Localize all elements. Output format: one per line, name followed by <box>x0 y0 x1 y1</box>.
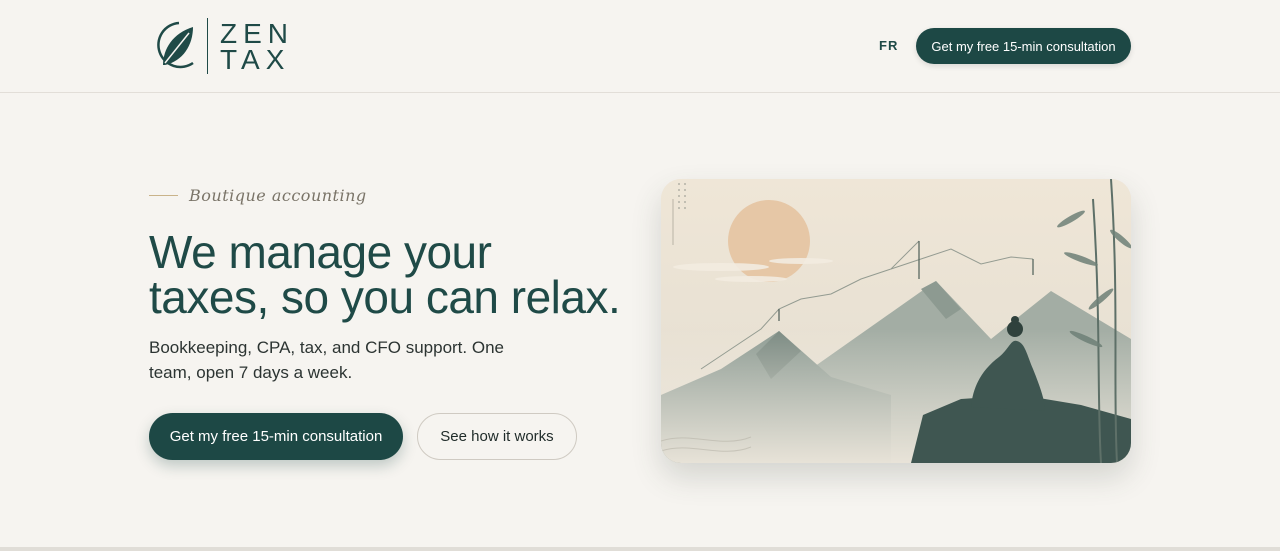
logo-line-tax: TAX <box>220 44 291 75</box>
language-toggle[interactable]: FR <box>879 38 898 53</box>
logo-divider <box>207 18 208 74</box>
header-consultation-button[interactable]: Get my free 15-min consultation <box>916 28 1131 64</box>
zentax-logo[interactable]: ZEN TAX <box>149 17 299 75</box>
hero-headline: We manage your taxes, so you can relax. <box>149 226 629 323</box>
eyebrow-text: Boutique accounting <box>189 186 367 205</box>
site-header: ZEN TAX FR Get my free 15-min consultati… <box>0 0 1280 93</box>
meditation-mountains-illustration <box>661 179 1131 463</box>
hero-eyebrow: Boutique accounting <box>149 186 367 205</box>
leaf-logo-icon <box>157 21 194 69</box>
headline-line-1: We manage your <box>149 226 492 278</box>
headline-line-2: taxes, so you can relax. <box>149 271 621 323</box>
logo-wordmark: ZEN TAX <box>220 19 294 75</box>
primary-consultation-button[interactable]: Get my free 15-min consultation <box>149 413 403 460</box>
hero-illustration <box>661 179 1131 463</box>
eyebrow-rule <box>149 195 178 196</box>
section-divider <box>0 547 1280 551</box>
see-how-it-works-button[interactable]: See how it works <box>417 413 577 460</box>
hero-subtitle: Bookkeeping, CPA, tax, and CFO support. … <box>149 338 504 382</box>
